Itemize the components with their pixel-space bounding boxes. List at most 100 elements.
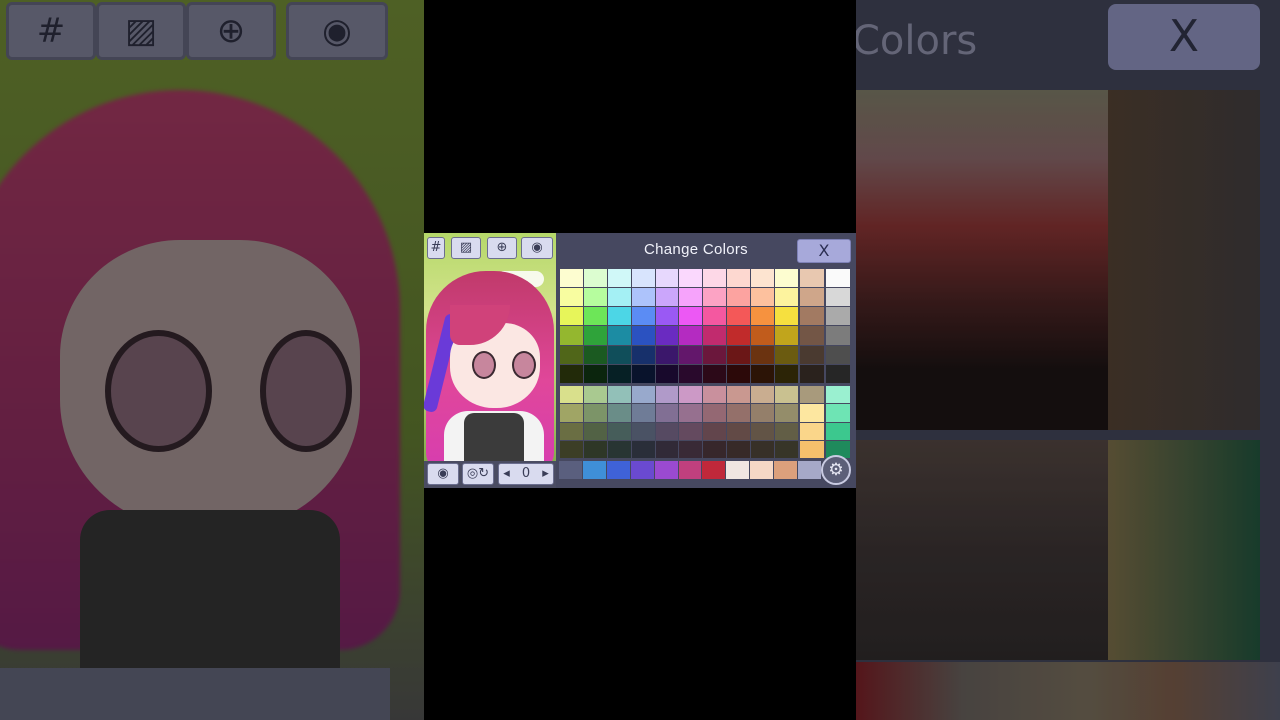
color-swatch[interactable] bbox=[679, 307, 703, 326]
color-swatch[interactable] bbox=[607, 404, 631, 422]
color-swatch[interactable] bbox=[751, 422, 775, 440]
color-swatch[interactable] bbox=[751, 404, 775, 422]
color-swatch[interactable] bbox=[727, 422, 751, 440]
color-swatch[interactable] bbox=[583, 364, 607, 383]
color-swatch[interactable] bbox=[655, 364, 679, 383]
color-swatch[interactable] bbox=[583, 386, 607, 404]
color-swatch[interactable] bbox=[606, 461, 630, 479]
color-swatch[interactable] bbox=[679, 404, 703, 422]
color-swatch[interactable] bbox=[583, 422, 607, 440]
color-swatch[interactable] bbox=[703, 269, 727, 288]
color-swatch[interactable] bbox=[560, 288, 583, 307]
color-swatch[interactable] bbox=[751, 326, 775, 345]
color-swatch[interactable] bbox=[560, 386, 583, 404]
color-swatch[interactable] bbox=[800, 269, 824, 288]
color-swatch[interactable] bbox=[583, 326, 607, 345]
color-swatch[interactable] bbox=[655, 404, 679, 422]
color-swatch[interactable] bbox=[703, 404, 727, 422]
color-swatch[interactable] bbox=[727, 364, 751, 383]
color-swatch[interactable] bbox=[703, 288, 727, 307]
next-arrow-icon[interactable]: ▸ bbox=[542, 466, 549, 481]
color-swatch[interactable] bbox=[607, 422, 631, 440]
color-swatch[interactable] bbox=[679, 440, 703, 458]
color-swatch[interactable] bbox=[727, 288, 751, 307]
color-swatch[interactable] bbox=[678, 461, 702, 479]
color-swatch[interactable] bbox=[560, 269, 583, 288]
color-swatch[interactable] bbox=[826, 288, 850, 307]
color-swatch[interactable] bbox=[800, 345, 824, 364]
color-swatch[interactable] bbox=[655, 288, 679, 307]
color-swatch[interactable] bbox=[826, 326, 850, 345]
hash-button[interactable]: # bbox=[427, 237, 445, 259]
color-swatch[interactable] bbox=[679, 288, 703, 307]
color-swatch[interactable] bbox=[607, 269, 631, 288]
color-swatch[interactable] bbox=[631, 364, 655, 383]
color-swatch[interactable] bbox=[826, 364, 850, 383]
color-swatch[interactable] bbox=[800, 404, 824, 422]
color-swatch[interactable] bbox=[702, 461, 726, 479]
color-swatch[interactable] bbox=[751, 345, 775, 364]
color-swatch[interactable] bbox=[631, 422, 655, 440]
color-swatch[interactable] bbox=[826, 345, 850, 364]
color-swatch[interactable] bbox=[607, 326, 631, 345]
color-swatch[interactable] bbox=[751, 440, 775, 458]
color-swatch[interactable] bbox=[800, 288, 824, 307]
color-swatch[interactable] bbox=[751, 288, 775, 307]
color-swatch[interactable] bbox=[560, 364, 583, 383]
color-swatch[interactable] bbox=[800, 422, 824, 440]
color-swatch[interactable] bbox=[560, 422, 583, 440]
color-swatch[interactable] bbox=[800, 364, 824, 383]
color-swatch[interactable] bbox=[751, 364, 775, 383]
color-swatch[interactable] bbox=[655, 269, 679, 288]
color-swatch[interactable] bbox=[631, 386, 655, 404]
color-swatch[interactable] bbox=[775, 345, 798, 364]
page-selector[interactable]: ◂ 0 ▸ bbox=[498, 463, 554, 485]
color-swatch[interactable] bbox=[826, 386, 850, 404]
color-swatch[interactable] bbox=[775, 269, 798, 288]
color-swatch[interactable] bbox=[775, 386, 798, 404]
color-swatch[interactable] bbox=[727, 326, 751, 345]
color-swatch[interactable] bbox=[800, 326, 824, 345]
color-swatch[interactable] bbox=[751, 269, 775, 288]
color-swatch[interactable] bbox=[679, 364, 703, 383]
background-image-button[interactable]: ▨ bbox=[451, 237, 481, 259]
color-swatch[interactable] bbox=[607, 288, 631, 307]
prev-arrow-icon[interactable]: ◂ bbox=[503, 466, 510, 481]
color-swatch[interactable] bbox=[607, 345, 631, 364]
color-swatch[interactable] bbox=[583, 288, 607, 307]
color-swatch[interactable] bbox=[607, 386, 631, 404]
color-swatch[interactable] bbox=[583, 307, 607, 326]
color-swatch[interactable] bbox=[583, 440, 607, 458]
color-swatch[interactable] bbox=[560, 345, 583, 364]
color-swatch[interactable] bbox=[751, 307, 775, 326]
hide-button[interactable]: ◉ bbox=[427, 463, 459, 485]
color-swatch[interactable] bbox=[655, 326, 679, 345]
color-swatch[interactable] bbox=[631, 288, 655, 307]
color-swatch[interactable] bbox=[800, 307, 824, 326]
color-swatch[interactable] bbox=[582, 461, 606, 479]
color-swatch[interactable] bbox=[631, 269, 655, 288]
color-swatch[interactable] bbox=[583, 404, 607, 422]
zoom-button[interactable]: ⊕ bbox=[487, 237, 517, 259]
color-swatch[interactable] bbox=[775, 364, 798, 383]
color-swatch[interactable] bbox=[775, 422, 798, 440]
color-swatch[interactable] bbox=[775, 288, 798, 307]
color-swatch[interactable] bbox=[631, 345, 655, 364]
color-swatch[interactable] bbox=[655, 422, 679, 440]
color-swatch[interactable] bbox=[703, 422, 727, 440]
color-swatch[interactable] bbox=[560, 326, 583, 345]
color-swatch[interactable] bbox=[727, 345, 751, 364]
color-swatch[interactable] bbox=[826, 269, 850, 288]
color-swatch[interactable] bbox=[800, 440, 824, 458]
color-swatch[interactable] bbox=[679, 422, 703, 440]
color-swatch[interactable] bbox=[800, 386, 824, 404]
color-swatch[interactable] bbox=[726, 461, 750, 479]
color-swatch[interactable] bbox=[631, 307, 655, 326]
color-swatch[interactable] bbox=[655, 386, 679, 404]
close-button[interactable]: X bbox=[797, 239, 851, 263]
color-swatch[interactable] bbox=[775, 404, 798, 422]
color-swatch[interactable] bbox=[774, 461, 798, 479]
color-swatch[interactable] bbox=[727, 307, 751, 326]
color-swatch[interactable] bbox=[607, 307, 631, 326]
color-swatch[interactable] bbox=[607, 440, 631, 458]
